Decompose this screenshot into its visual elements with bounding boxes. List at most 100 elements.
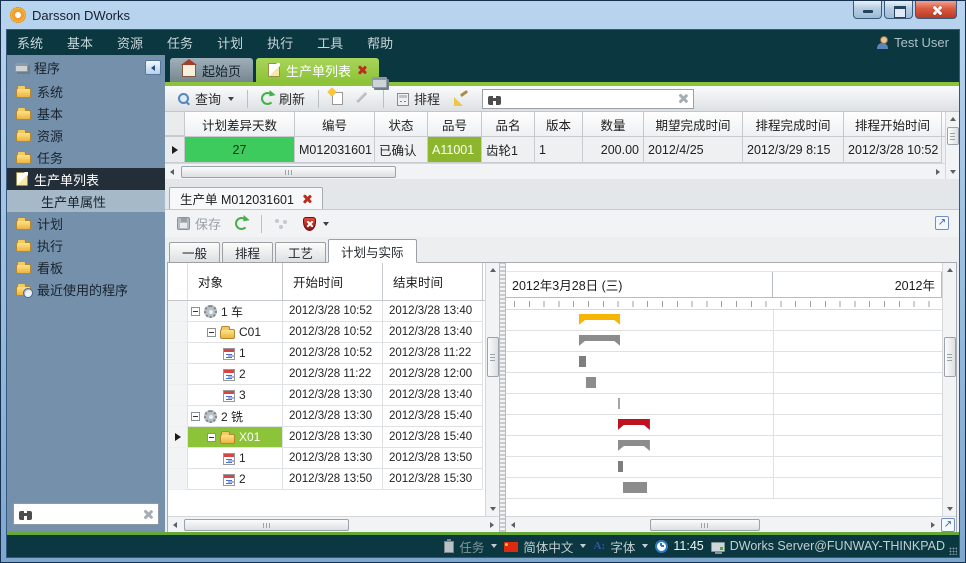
tree-row[interactable]: 12012/3/28 13:302012/3/28 13:50 (168, 448, 485, 469)
tab-production-order-list[interactable]: 生产单列表 (256, 58, 379, 82)
scroll-up-button[interactable] (486, 263, 500, 277)
open-in-window-icon[interactable] (941, 518, 955, 532)
gantt-row[interactable] (506, 373, 942, 394)
column-header[interactable]: 品号 (428, 112, 482, 136)
grid-cell[interactable]: 已确认 (375, 137, 428, 163)
scrollbar-thumb[interactable] (947, 127, 959, 145)
open-in-window-icon[interactable] (935, 216, 949, 230)
gantt-bar-task[interactable] (623, 482, 648, 493)
edit-button[interactable] (353, 90, 374, 107)
scroll-left-button[interactable] (506, 518, 520, 532)
tree-vscrollbar[interactable] (485, 263, 499, 516)
grid-cell[interactable]: 2012/3/29 8:15 (743, 137, 844, 163)
refresh-button[interactable]: 刷新 (257, 87, 309, 110)
grid-cell[interactable]: 200.00 (583, 137, 644, 163)
gantt-row[interactable] (506, 478, 942, 499)
tree-object-cell[interactable]: 2 铣 (188, 406, 283, 427)
schedule-button[interactable]: 排程 (393, 87, 444, 110)
grid-search-input[interactable] (506, 91, 672, 106)
grid-hscrollbar[interactable] (165, 163, 945, 179)
gantt-bar-task[interactable] (579, 356, 586, 367)
menu-item-7[interactable]: 帮助 (367, 33, 393, 52)
tab-scheduling[interactable]: 排程 (222, 242, 273, 263)
tree-row[interactable]: 32012/3/28 13:302012/3/28 13:40 (168, 385, 485, 406)
close-button[interactable] (915, 1, 957, 19)
scroll-down-button[interactable] (486, 502, 500, 516)
scroll-down-button[interactable] (946, 165, 960, 179)
cancel-confirm-button[interactable] (299, 215, 333, 233)
menu-item-3[interactable]: 任务 (167, 33, 193, 52)
column-object[interactable]: 对象 (188, 263, 283, 300)
pane-splitter[interactable] (499, 263, 506, 532)
scrollbar-thumb[interactable] (184, 519, 349, 531)
status-font[interactable]: 字体 (593, 537, 648, 556)
workflow-button[interactable] (271, 216, 293, 232)
sidebar-item[interactable]: 看板 (7, 256, 165, 278)
gantt-bar-task[interactable] (618, 398, 621, 409)
gantt-row[interactable] (506, 331, 942, 352)
scrollbar-thumb[interactable] (181, 166, 396, 178)
gantt-row[interactable] (506, 457, 942, 478)
tab-general[interactable]: 一般 (169, 242, 220, 263)
maximize-button[interactable] (884, 1, 913, 19)
tree-row[interactable]: 12012/3/28 10:522012/3/28 11:22 (168, 343, 485, 364)
tree-row[interactable]: 1 车2012/3/28 10:522012/3/28 13:40 (168, 301, 485, 322)
expander-icon[interactable] (207, 433, 216, 442)
query-button[interactable]: 查询 (173, 87, 238, 110)
gantt-bar-task[interactable] (586, 377, 595, 388)
grid-cell[interactable]: 2012/3/28 10:52 (844, 137, 942, 163)
gantt-row[interactable] (506, 352, 942, 373)
tab-close-icon[interactable] (357, 65, 367, 75)
column-header[interactable]: 排程完成时间 (743, 112, 844, 136)
scrollbar-thumb[interactable] (944, 337, 956, 377)
status-language[interactable]: 简体中文 (504, 537, 586, 556)
tab-home[interactable]: 起始页 (170, 58, 253, 82)
scroll-down-button[interactable] (943, 502, 957, 516)
column-start-time[interactable]: 开始时间 (283, 263, 383, 300)
grid-cell[interactable]: 1 (535, 137, 583, 163)
detail-document-tab[interactable]: 生产单 M012031601 (169, 187, 323, 209)
column-header[interactable]: 版本 (535, 112, 583, 136)
sidebar-search-input[interactable] (37, 507, 137, 521)
tree-row[interactable]: C012012/3/28 10:522012/3/28 13:40 (168, 322, 485, 343)
sidebar-item[interactable]: 最近使用的程序 (7, 278, 165, 300)
tree-object-cell[interactable]: 1 (188, 448, 283, 469)
refresh-detail-button[interactable] (231, 215, 252, 232)
gantt-hscrollbar[interactable] (506, 516, 956, 532)
column-header[interactable]: 计划差异天数 (185, 112, 295, 136)
expander-icon[interactable] (207, 328, 216, 337)
title-bar[interactable]: Darsson DWorks (6, 1, 960, 29)
sidebar-item[interactable]: 基本 (7, 102, 165, 124)
scroll-right-button[interactable] (931, 165, 945, 179)
grid-cell[interactable]: 齿轮1 (482, 137, 535, 163)
column-header[interactable]: 编号 (295, 112, 375, 136)
sidebar-item[interactable]: 系统 (7, 80, 165, 102)
expander-icon[interactable] (191, 412, 200, 421)
tree-row[interactable]: 2 铣2012/3/28 13:302012/3/28 15:40 (168, 406, 485, 427)
scroll-left-button[interactable] (165, 165, 179, 179)
scroll-right-button[interactable] (926, 518, 940, 532)
tree-object-cell[interactable]: 2 (188, 364, 283, 385)
scrollbar-thumb[interactable] (487, 337, 499, 377)
tree-hscrollbar[interactable] (168, 516, 499, 532)
tree-object-cell[interactable]: X01 (188, 427, 283, 448)
column-header[interactable]: 排程开始时间 (844, 112, 942, 136)
sidebar-item[interactable]: 生产单列表 (7, 168, 165, 190)
minimize-button[interactable] (853, 1, 882, 19)
sidebar-search-box[interactable] (13, 503, 159, 525)
tree-row[interactable]: X012012/3/28 13:302012/3/28 15:40 (168, 427, 485, 448)
gantt-bar-task[interactable] (618, 461, 623, 472)
grid-cell[interactable]: A11001 (428, 137, 482, 163)
tree-row[interactable]: 22012/3/28 11:222012/3/28 12:00 (168, 364, 485, 385)
scrollbar-thumb[interactable] (650, 519, 760, 531)
menu-item-0[interactable]: 系统 (17, 33, 43, 52)
column-header[interactable]: 期望完成时间 (644, 112, 743, 136)
scroll-up-button[interactable] (943, 263, 957, 277)
gantt-row[interactable] (506, 394, 942, 415)
detail-tab-close-icon[interactable] (302, 194, 312, 204)
sidebar-item[interactable]: 执行 (7, 234, 165, 256)
menu-item-5[interactable]: 执行 (267, 33, 293, 52)
resize-grip[interactable] (949, 547, 957, 555)
scroll-up-button[interactable] (946, 112, 960, 126)
tree-row[interactable]: 22012/3/28 13:502012/3/28 15:30 (168, 469, 485, 490)
